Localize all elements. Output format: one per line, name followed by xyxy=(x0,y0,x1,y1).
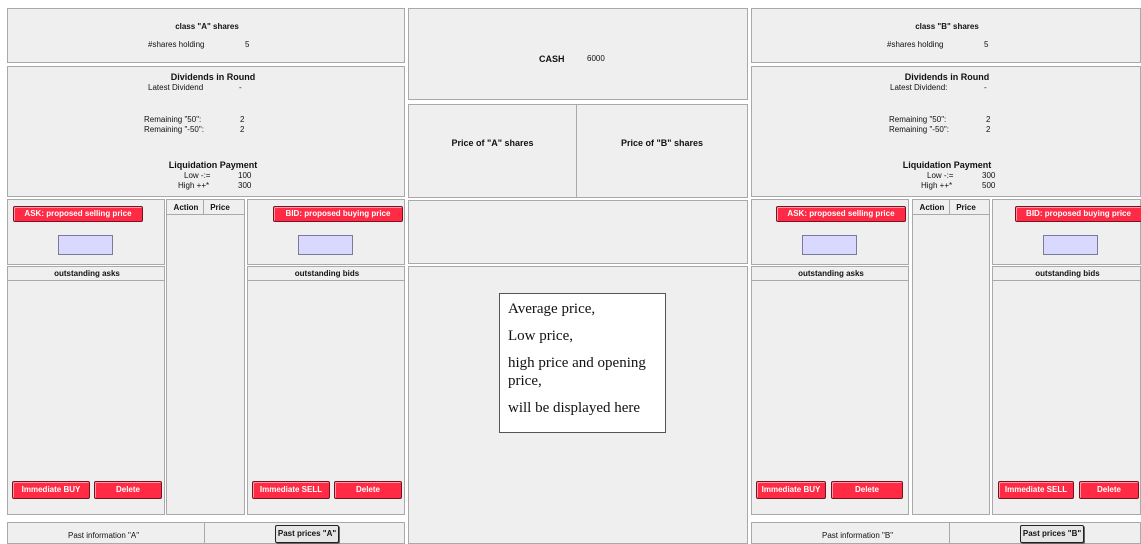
class-a-past-prices-button[interactable]: Past prices "A" xyxy=(275,525,339,543)
class-b-high-label: High ++* xyxy=(921,181,953,190)
class-b-col-underline xyxy=(913,214,989,215)
class-b-bid-button[interactable]: BID: proposed buying price xyxy=(1015,206,1141,222)
class-a-col-divider xyxy=(203,200,204,214)
class-a-outstanding-bids: outstanding bids Immediate SELL Delete xyxy=(247,266,405,515)
class-b-delete-ask-button[interactable]: Delete xyxy=(831,481,903,499)
class-a-high-label: High ++* xyxy=(178,181,210,190)
class-a-immediate-buy-button[interactable]: Immediate BUY xyxy=(12,481,90,499)
class-b-immediate-buy-button[interactable]: Immediate BUY xyxy=(756,481,826,499)
class-a-bids-underline xyxy=(248,280,404,281)
cash-value: 6000 xyxy=(587,54,605,63)
class-b-rem50-label: Remaining "50": xyxy=(889,115,947,124)
class-b-bids-underline xyxy=(993,280,1140,281)
class-a-col-action: Action xyxy=(173,203,199,212)
class-a-low-label: Low -:= xyxy=(184,171,211,180)
class-b-low-value: 300 xyxy=(982,171,996,180)
class-b-action-list[interactable]: Action Price xyxy=(912,199,990,515)
price-divider xyxy=(576,105,577,197)
class-b-latest-value: - xyxy=(984,83,987,92)
class-b-past-panel: Past information "B" Past prices "B" xyxy=(751,522,1141,544)
class-a-holding-value: 5 xyxy=(245,40,250,49)
class-a-past-info-label: Past information "A" xyxy=(68,531,140,540)
class-b-delete-bid-button[interactable]: Delete xyxy=(1079,481,1139,499)
class-a-remm50-label: Remaining "-50": xyxy=(144,125,204,134)
info-line-high-opening: high price and opening price, xyxy=(508,354,646,390)
class-b-holding-value: 5 xyxy=(984,40,989,49)
class-a-col-underline xyxy=(167,214,244,215)
class-a-bid-panel: BID: proposed buying price xyxy=(247,199,405,265)
class-b-past-divider xyxy=(949,523,950,544)
class-b-ask-price-input[interactable] xyxy=(802,235,857,255)
class-a-low-value: 100 xyxy=(238,171,252,180)
class-a-high-value: 300 xyxy=(238,181,252,190)
price-panel: Price of "A" shares Price of "B" shares xyxy=(408,104,748,198)
class-a-delete-bid-button[interactable]: Delete xyxy=(334,481,402,499)
price-info-panel: Average price, Low price, high price and… xyxy=(408,266,748,544)
info-line-displayed: will be displayed here xyxy=(508,400,641,416)
class-b-holding-label: #shares holding xyxy=(887,40,944,49)
class-b-immediate-sell-button[interactable]: Immediate SELL xyxy=(998,481,1074,499)
price-b-label: Price of "B" shares xyxy=(620,138,704,148)
class-b-outstanding-asks: outstanding asks Immediate BUY Delete xyxy=(751,266,909,515)
class-a-outstanding-asks: outstanding asks Immediate BUY Delete xyxy=(7,266,165,515)
class-b-liquidation-title: Liquidation Payment xyxy=(902,160,992,170)
class-a-remm50-value: 2 xyxy=(240,125,245,134)
class-a-action-list[interactable]: Action Price xyxy=(166,199,245,515)
class-b-remm50-label: Remaining "-50": xyxy=(889,125,949,134)
class-b-past-prices-button[interactable]: Past prices "B" xyxy=(1020,525,1084,543)
cash-label: CASH xyxy=(539,54,565,64)
class-a-rem50-value: 2 xyxy=(240,115,245,124)
class-a-delete-ask-button[interactable]: Delete xyxy=(94,481,162,499)
class-b-dividends-panel: Dividends in Round Latest Dividend: - Re… xyxy=(751,66,1141,197)
class-a-outstanding-bids-label: outstanding bids xyxy=(294,269,360,278)
class-b-ask-button[interactable]: ASK: proposed selling price xyxy=(776,206,906,222)
class-a-dividends-title: Dividends in Round xyxy=(170,72,256,82)
class-b-remm50-value: 2 xyxy=(986,125,991,134)
class-b-low-label: Low -:= xyxy=(927,171,954,180)
class-b-bid-panel: BID: proposed buying price xyxy=(992,199,1141,265)
class-a-outstanding-asks-label: outstanding asks xyxy=(54,269,120,278)
class-a-asks-underline xyxy=(8,280,164,281)
class-b-col-divider xyxy=(949,200,950,214)
class-a-latest-label: Latest Dividend xyxy=(148,83,204,92)
price-a-label: Price of "A" shares xyxy=(451,138,534,148)
cash-panel: CASH 6000 xyxy=(408,8,748,100)
class-a-rem50-label: Remaining "50": xyxy=(144,115,202,124)
class-a-ask-price-input[interactable] xyxy=(58,235,113,255)
class-b-outstanding-bids-label: outstanding bids xyxy=(1035,269,1100,278)
class-a-past-divider xyxy=(204,523,205,544)
class-a-past-panel: Past information "A" Past prices "A" xyxy=(7,522,405,544)
class-a-dividends-panel: Dividends in Round Latest Dividend - Rem… xyxy=(7,66,405,197)
info-line-low: Low price, xyxy=(508,327,573,344)
class-b-rem50-value: 2 xyxy=(986,115,991,124)
class-b-ask-panel: ASK: proposed selling price xyxy=(751,199,909,265)
class-a-latest-value: - xyxy=(239,83,242,92)
class-a-title: class "A" shares xyxy=(175,22,239,31)
info-line-average: Average price, xyxy=(508,301,596,317)
class-a-ask-panel: ASK: proposed selling price xyxy=(7,199,165,265)
class-b-asks-underline xyxy=(752,280,908,281)
class-b-latest-label: Latest Dividend: xyxy=(890,83,948,92)
class-b-title: class "B" shares xyxy=(915,22,979,31)
class-b-bid-price-input[interactable] xyxy=(1043,235,1098,255)
class-b-header-panel: class "B" shares #shares holding 5 xyxy=(751,8,1141,63)
class-b-high-value: 500 xyxy=(982,181,996,190)
class-a-bid-button[interactable]: BID: proposed buying price xyxy=(273,206,403,222)
class-b-outstanding-asks-label: outstanding asks xyxy=(798,269,864,278)
class-b-col-action: Action xyxy=(919,203,945,212)
class-a-header-panel: class "A" shares #shares holding 5 xyxy=(7,8,405,63)
class-a-col-price: Price xyxy=(210,203,230,212)
class-a-immediate-sell-button[interactable]: Immediate SELL xyxy=(252,481,330,499)
class-b-col-price: Price xyxy=(956,203,976,212)
center-spacer-panel xyxy=(408,200,748,264)
class-a-holding-label: #shares holding xyxy=(148,40,205,49)
class-a-liquidation-title: Liquidation Payment xyxy=(168,160,258,170)
class-b-past-info-label: Past information "B" xyxy=(822,531,894,540)
class-a-ask-button[interactable]: ASK: proposed selling price xyxy=(13,206,143,222)
class-b-outstanding-bids: outstanding bids Immediate SELL Delete xyxy=(992,266,1141,515)
price-info-box: Average price, Low price, high price and… xyxy=(499,293,666,433)
class-a-bid-price-input[interactable] xyxy=(298,235,353,255)
class-b-dividends-title: Dividends in Round xyxy=(904,72,990,82)
